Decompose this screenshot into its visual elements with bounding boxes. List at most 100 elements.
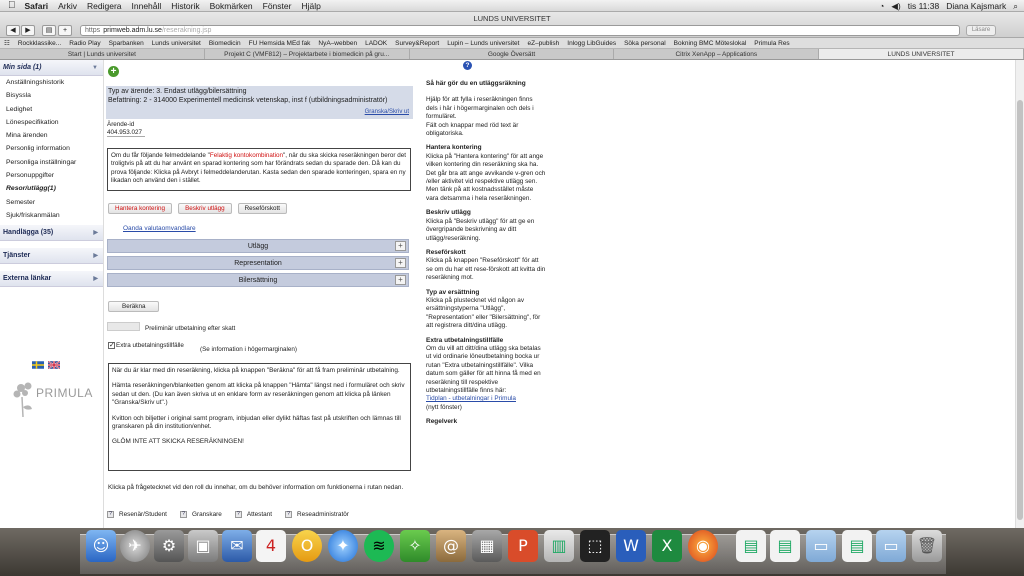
currency-converter-link[interactable]: Oanda valutaomvandlare — [123, 225, 196, 232]
add-tab-icon[interactable]: + — [58, 25, 72, 36]
sidebar-section-handlagga[interactable]: Handlägga (35) ▶ — [0, 225, 103, 242]
mail-icon[interactable]: ✉ — [222, 530, 252, 562]
page-scrollbar[interactable] — [1015, 60, 1024, 528]
bookmark-item[interactable]: Radio Play — [65, 40, 104, 47]
sidebar-toggle-icon[interactable]: ▤ — [42, 25, 56, 36]
menu-safari[interactable]: Safari — [20, 0, 54, 12]
folder-icon[interactable]: ▭ — [876, 530, 906, 562]
sidebar-item-sjuk-friskanmalan[interactable]: Sjuk/friskanmälan — [0, 209, 103, 222]
bookmark-item[interactable]: Primula Res — [750, 40, 793, 47]
schedule-link[interactable]: Tidplan - utbetalningar i Primula — [426, 395, 516, 402]
bookmark-item[interactable]: Lupin – Lunds universitet — [443, 40, 523, 47]
tab-google-oversatt[interactable]: Google Översätt — [410, 49, 615, 59]
tab-start[interactable]: Start | Lunds universitet — [0, 49, 205, 59]
wifi-icon[interactable]: ◔ — [879, 0, 884, 12]
reader-button[interactable]: Läsare — [966, 25, 996, 36]
bookmark-item[interactable]: Söka personal — [620, 40, 670, 47]
notes-icon[interactable]: O — [292, 530, 322, 562]
tab-citrix[interactable]: Citrix XenApp – Applications — [614, 49, 820, 59]
sidebar-item-anstallningshistorik[interactable]: Anställningshistorik — [0, 76, 103, 89]
sidebar-item-semester[interactable]: Semester — [0, 196, 103, 209]
question-icon[interactable]: ? — [234, 511, 242, 518]
question-icon[interactable]: ? — [285, 511, 293, 518]
search-icon[interactable]: ⌕ — [1013, 0, 1018, 12]
menu-historik[interactable]: Historik — [166, 0, 204, 12]
bookmark-item[interactable]: Rockklassike... — [14, 40, 65, 47]
trash-icon[interactable]: 🗑 — [912, 530, 942, 562]
word-icon[interactable]: W — [616, 530, 646, 562]
system-preferences-icon[interactable]: ⚙ — [154, 530, 184, 562]
sidebar-item-personuppgifter[interactable]: Personuppgifter — [0, 169, 103, 182]
apple-menu-icon[interactable]:  — [0, 0, 20, 12]
expand-plus-icon[interactable]: + — [395, 275, 406, 285]
preview-icon[interactable]: ▣ — [188, 530, 218, 562]
spotify-icon[interactable]: ≋ — [364, 530, 394, 562]
bookmark-item[interactable]: LADOK — [361, 40, 391, 47]
clock[interactable]: tis 11:38 — [908, 0, 940, 12]
bookmark-item[interactable]: Biomedicin — [205, 40, 245, 47]
section-bilersattning[interactable]: Bilersättning + — [107, 273, 409, 287]
volume-icon[interactable]: ◀) — [891, 0, 900, 12]
android-icon[interactable]: ✧ — [400, 530, 430, 562]
powerpoint-icon[interactable]: P — [508, 530, 538, 562]
hantera-kontering-button[interactable]: Hantera kontering — [108, 203, 173, 214]
document-icon[interactable]: ▤ — [770, 530, 800, 562]
address-bar[interactable]: https primweb.adm.lu.se/reserakning.jsp — [80, 25, 960, 36]
bookmark-item[interactable]: Survey&Report — [391, 40, 443, 47]
firefox-icon[interactable]: ◉ — [688, 530, 718, 562]
section-representation[interactable]: Representation + — [107, 256, 409, 270]
expand-plus-icon[interactable]: + — [395, 241, 406, 251]
menu-fonster[interactable]: Fönster — [258, 0, 297, 12]
bookmark-item[interactable]: Lunds universitet — [148, 40, 205, 47]
calculator-icon[interactable]: ▦ — [472, 530, 502, 562]
bookmark-item[interactable]: eZ–publish — [523, 40, 563, 47]
menu-redigera[interactable]: Redigera — [82, 0, 127, 12]
sidebar-item-bisyssla[interactable]: Bisyssla — [0, 89, 103, 102]
reseforskott-button[interactable]: Reseförskott — [237, 203, 287, 214]
numbers-icon[interactable]: ▥ — [544, 530, 574, 562]
calendar-icon[interactable]: 4 — [256, 530, 286, 562]
menu-arkiv[interactable]: Arkiv — [53, 0, 82, 12]
sidebar-section-externa-lankar[interactable]: Externa länkar ▶ — [0, 271, 103, 288]
folder-icon[interactable]: ▭ — [806, 530, 836, 562]
sidebar-item-ledighet[interactable]: Ledighet — [0, 103, 103, 116]
sidebar-item-mina-arenden[interactable]: Mina ärenden — [0, 129, 103, 142]
berakna-button[interactable]: Beräkna — [108, 301, 160, 312]
launchpad-icon[interactable]: ✈ — [120, 530, 150, 562]
bookmark-item[interactable]: NyA–webben — [314, 40, 361, 47]
extra-payout-checkbox[interactable]: ✓ — [108, 342, 115, 349]
sidebar-item-personliga-installningar[interactable]: Personliga inställningar — [0, 156, 103, 169]
bookmark-item[interactable]: FU Hemsida MEd fak — [245, 40, 315, 47]
bookmark-item[interactable]: Inlogg LibGuides — [563, 40, 620, 47]
menu-innehall[interactable]: Innehåll — [127, 0, 167, 12]
reading-list-icon[interactable]: ☷ — [0, 39, 14, 47]
section-utlagg[interactable]: Utlägg + — [107, 239, 409, 253]
bookmark-item[interactable]: Bokning BMC Möteslokal — [670, 40, 751, 47]
back-button[interactable]: ◀ — [6, 25, 20, 36]
excel-icon[interactable]: X — [652, 530, 682, 562]
menu-hjalp[interactable]: Hjälp — [296, 0, 325, 12]
safari-icon[interactable]: ✦ — [328, 530, 358, 562]
review-print-link[interactable]: Granska/Skriv ut — [365, 108, 409, 117]
bookmark-item[interactable]: Sparbanken — [105, 40, 148, 47]
finder-icon[interactable]: ☺ — [86, 530, 116, 562]
sidebar-section-tjanster[interactable]: Tjänster ▶ — [0, 248, 103, 265]
help-icon[interactable]: ? — [463, 61, 472, 70]
forward-button[interactable]: ▶ — [21, 25, 35, 36]
expand-plus-icon[interactable]: + — [395, 258, 406, 268]
activity-monitor-icon[interactable]: ⬚ — [580, 530, 610, 562]
contacts-icon[interactable]: @ — [436, 530, 466, 562]
question-icon[interactable]: ? — [107, 511, 114, 518]
question-icon[interactable]: ? — [179, 511, 187, 518]
beskriv-utlagg-button[interactable]: Beskriv utlägg — [178, 203, 232, 214]
sidebar-item-personlig-information[interactable]: Personlig information — [0, 142, 103, 155]
swedish-flag-icon[interactable] — [32, 361, 44, 369]
sidebar-item-resor-utlagg[interactable]: Resor/utlägg(1) — [0, 182, 103, 195]
user-name[interactable]: Diana Kajsmark — [946, 0, 1006, 12]
scroll-thumb[interactable] — [1017, 100, 1023, 520]
english-flag-icon[interactable] — [48, 361, 60, 369]
document-icon[interactable]: ▤ — [842, 530, 872, 562]
sidebar-section-min-sida[interactable]: Min sida (1) ▼ — [0, 60, 103, 76]
menu-bokmarken[interactable]: Bokmärken — [205, 0, 258, 12]
sidebar-item-lonespecifikation[interactable]: Lönespecifikation — [0, 116, 103, 129]
